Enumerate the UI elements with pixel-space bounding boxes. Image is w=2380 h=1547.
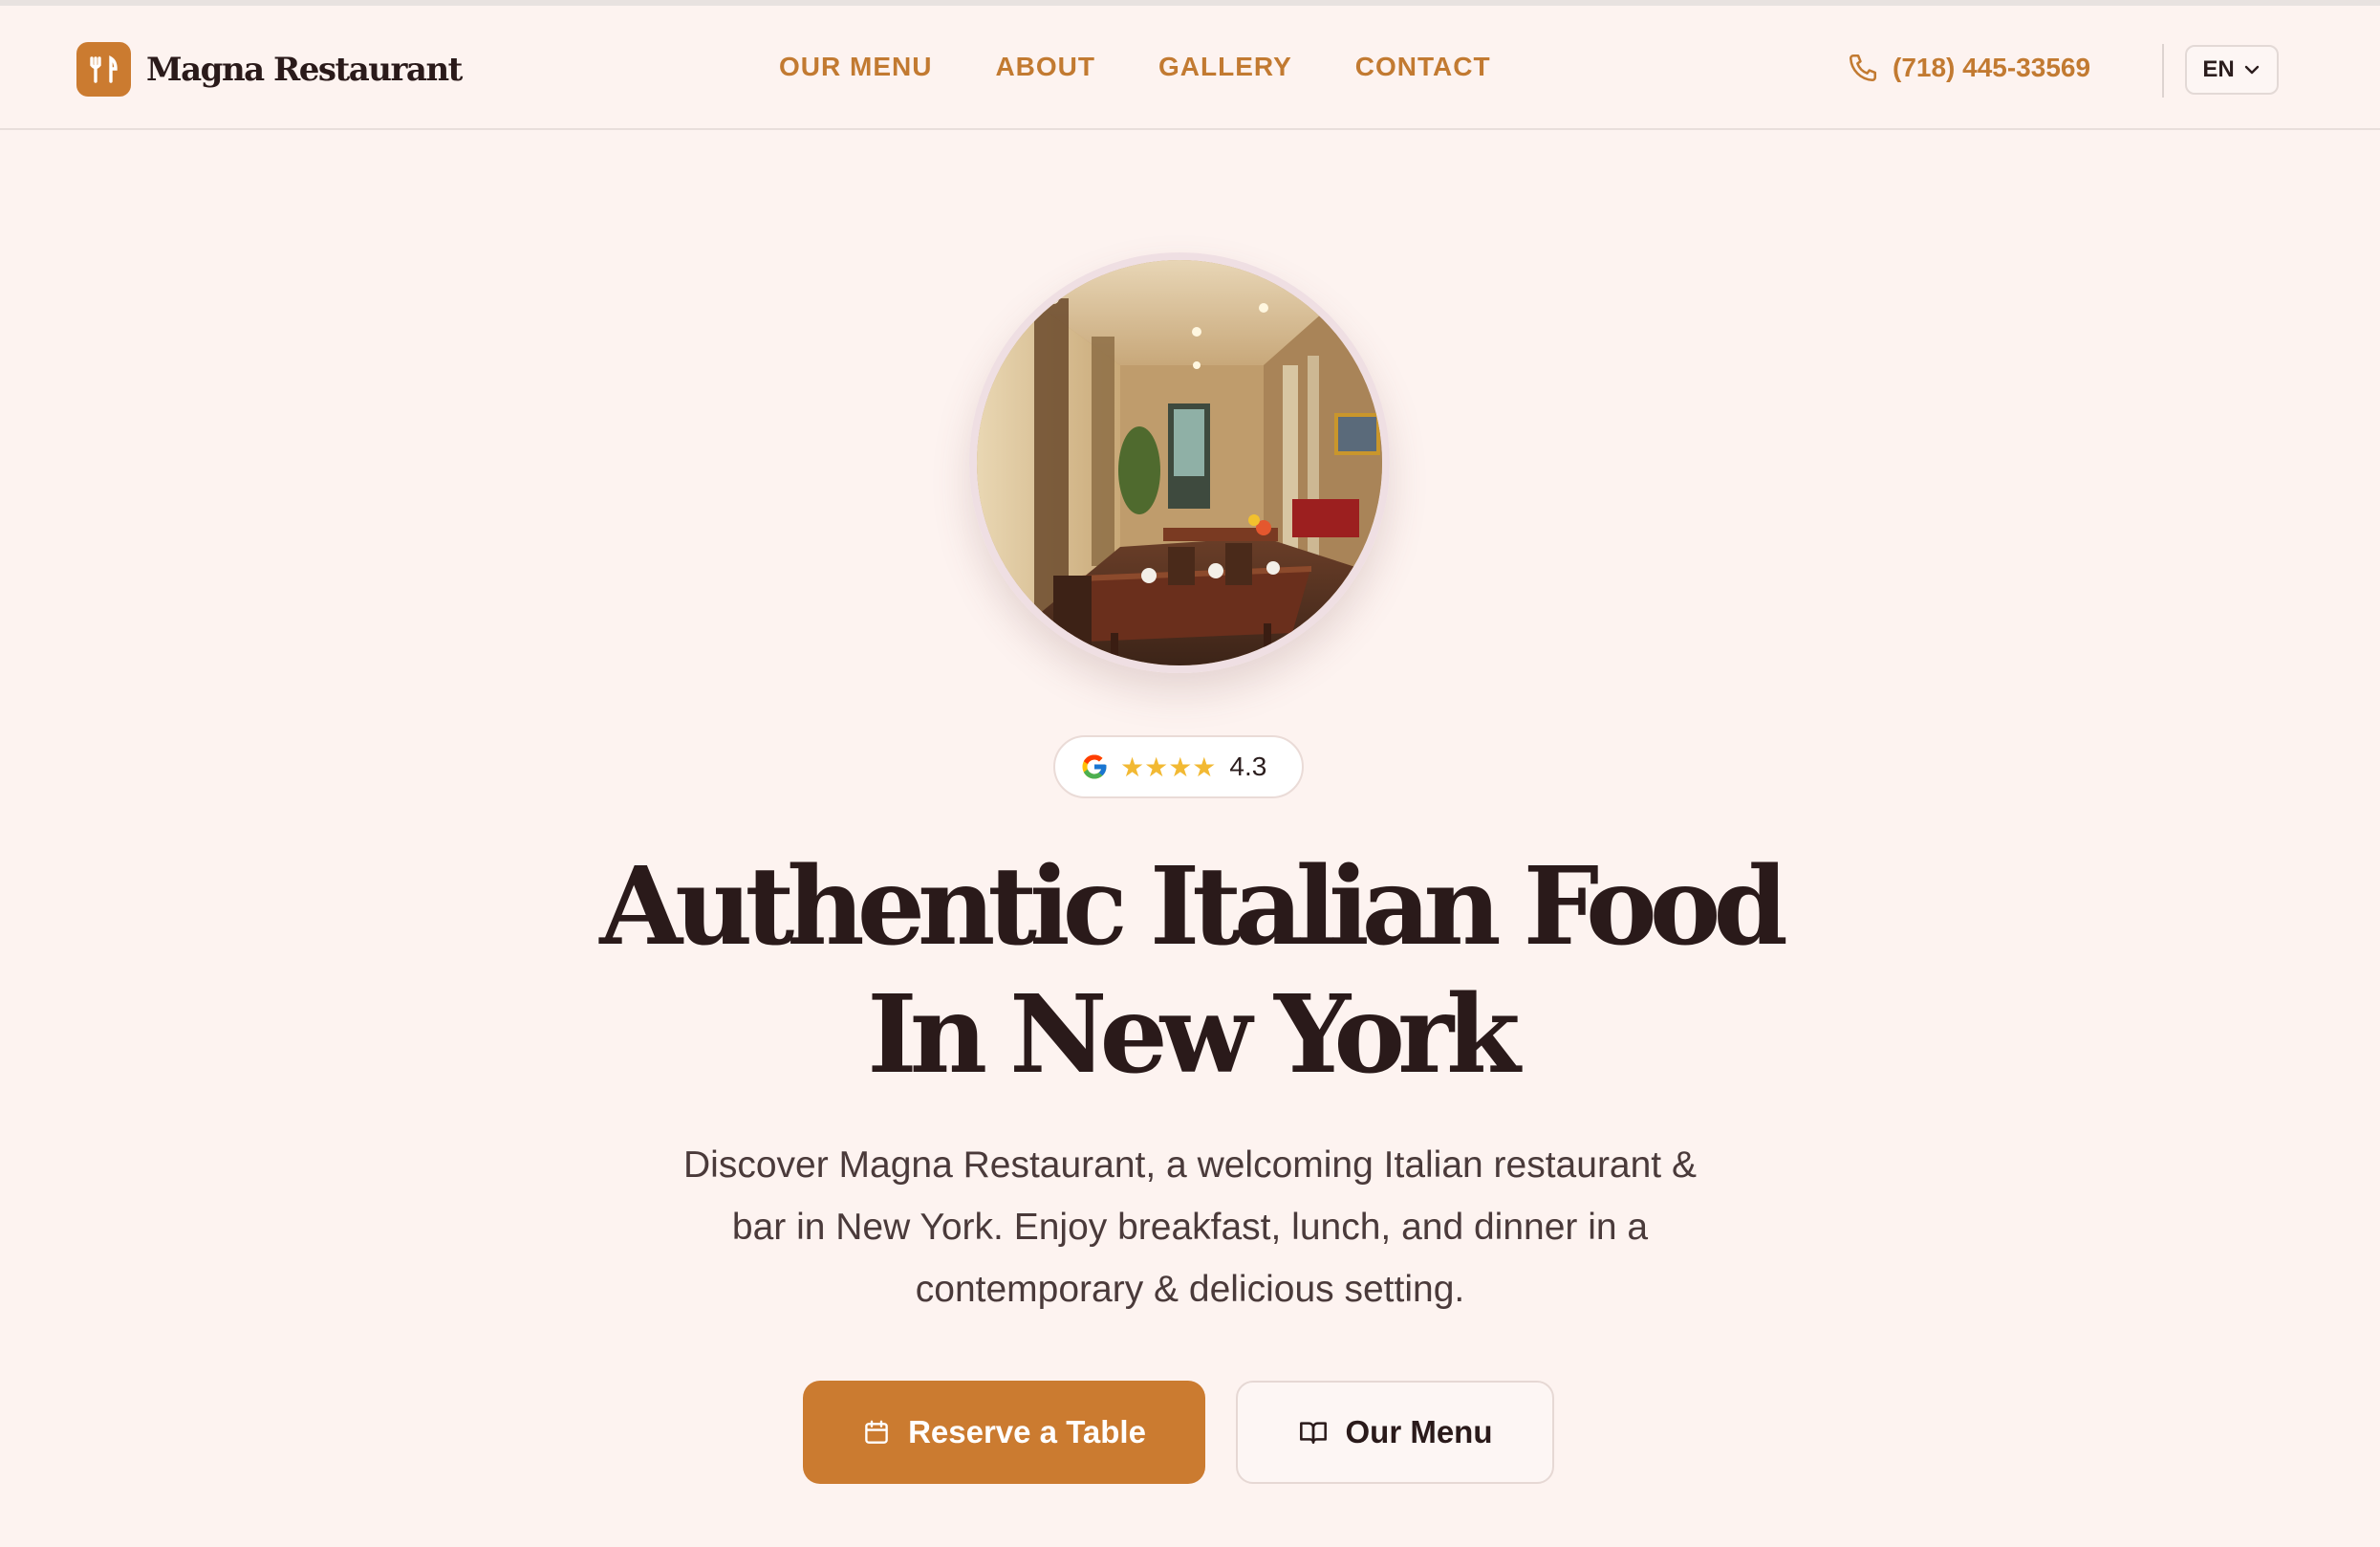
google-rating-badge[interactable]: ★★★★ 4.3: [1053, 735, 1304, 798]
phone-link[interactable]: (718) 445-33569: [1847, 52, 2090, 84]
rating-value: 4.3: [1229, 752, 1267, 781]
our-menu-label: Our Menu: [1345, 1414, 1493, 1449]
hero-title-line-2: In New York: [867, 972, 1520, 1098]
reserve-table-button[interactable]: Reserve a Table: [803, 1381, 1205, 1484]
our-menu-button[interactable]: Our Menu: [1236, 1381, 1554, 1484]
hero-subtitle: Discover Magna Restaurant, a welcoming I…: [640, 1134, 1740, 1320]
hero-subtitle-line-2: bar in New York. Enjoy breakfast, lunch,…: [731, 1207, 1649, 1248]
nav-contact[interactable]: CONTACT: [1355, 52, 1491, 82]
language-selected: EN: [2202, 56, 2235, 82]
header-divider: [2162, 44, 2164, 98]
restaurant-interior-photo: [969, 252, 1390, 673]
nav-gallery[interactable]: GALLERY: [1158, 52, 1292, 82]
calendar-icon: [865, 1420, 888, 1444]
google-icon: [1082, 754, 1107, 779]
nav-about[interactable]: ABOUT: [995, 52, 1095, 82]
reserve-table-label: Reserve a Table: [908, 1414, 1146, 1449]
brand-name: Magna Restaurant: [146, 50, 463, 89]
chevron-down-icon: [2244, 65, 2259, 75]
nav-our-menu[interactable]: OUR MENU: [779, 52, 932, 82]
book-open-icon: [1299, 1422, 1327, 1444]
hero-subtitle-line-1: Discover Magna Restaurant, a welcoming I…: [682, 1144, 1697, 1186]
main-nav: OUR MENU ABOUT GALLERY CONTACT: [779, 52, 1554, 82]
brand-logo[interactable]: Magna Restaurant: [76, 42, 463, 97]
site-header: Magna Restaurant OUR MENU ABOUT GALLERY …: [0, 6, 2380, 130]
utensils-icon: [76, 42, 131, 97]
hero-subtitle-line-3: contemporary & delicious setting.: [915, 1269, 1465, 1310]
language-select[interactable]: EN: [2185, 45, 2279, 95]
hero-title-line-1: Authentic Italian Food: [599, 844, 1788, 970]
hero-title: Authentic Italian Food In New York: [0, 843, 2380, 1100]
phone-icon: [1849, 54, 1877, 82]
rating-stars: ★★★★: [1120, 751, 1217, 783]
phone-number: (718) 445-33569: [1893, 53, 2091, 82]
